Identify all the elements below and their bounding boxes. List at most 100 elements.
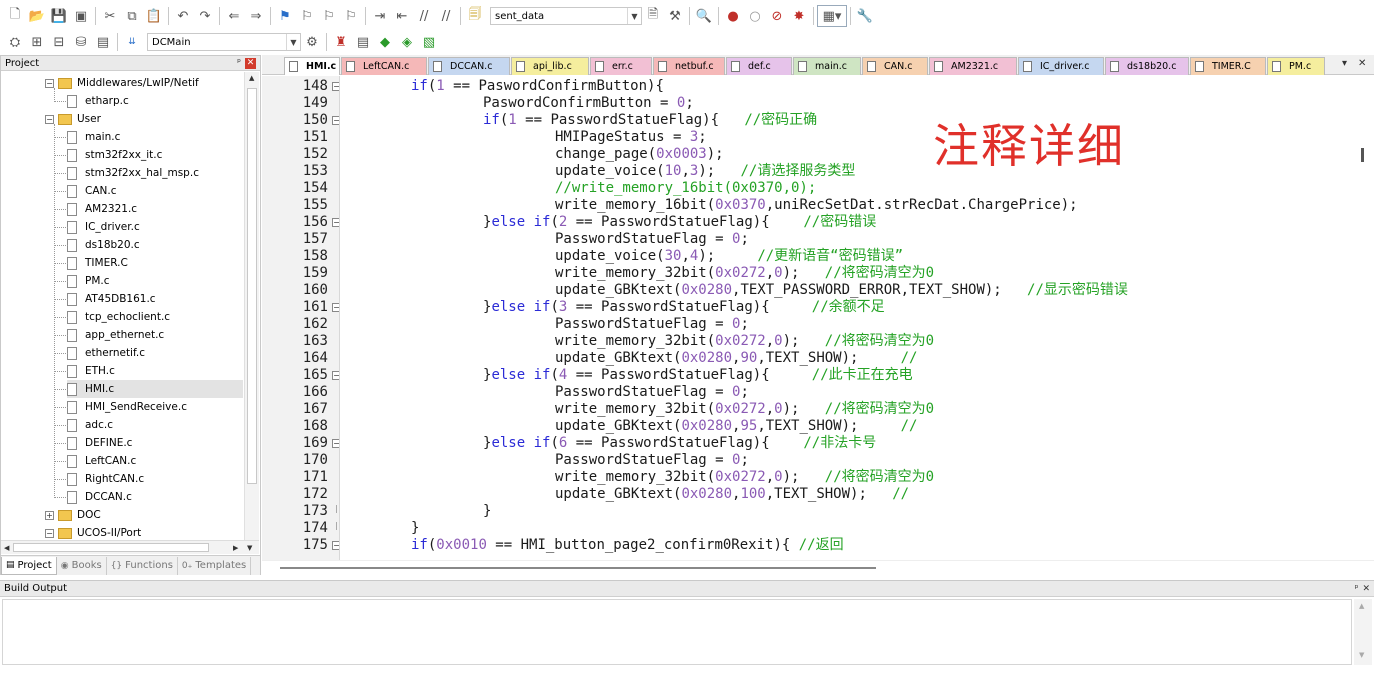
tree-file[interactable]: ETH.c — [67, 362, 243, 380]
editor-tab[interactable]: HMI.c — [284, 57, 340, 75]
editor-tab[interactable]: DCCAN.c — [428, 57, 510, 75]
editor-horizontal-scrollbar[interactable] — [262, 560, 1374, 575]
collapse-icon[interactable]: − — [45, 114, 54, 124]
editor-tab[interactable]: netbuf.c — [653, 57, 725, 75]
close-icon[interactable]: ✕ — [1362, 584, 1370, 594]
translate-icon[interactable]: ⛭ — [4, 31, 26, 53]
collapse-icon[interactable]: − — [45, 528, 54, 538]
tree-file[interactable]: ds18b20.c — [67, 236, 243, 254]
tab-books[interactable]: ◉ Books — [57, 556, 107, 575]
scroll-up-icon[interactable]: ▲ — [1359, 602, 1364, 610]
code-area[interactable]: if(1 == PaswordConfirmButton){PaswordCon… — [342, 76, 1354, 560]
kill-breakpoints-icon[interactable]: ✸ — [788, 5, 810, 27]
editor-tab[interactable]: AM2321.c — [929, 57, 1017, 75]
target-options-icon[interactable]: ⚙ — [301, 31, 323, 53]
clear-bookmarks-icon[interactable]: ⚐ — [340, 5, 362, 27]
tree-file[interactable]: AM2321.c — [67, 200, 243, 218]
save-icon[interactable]: 💾 — [48, 5, 70, 27]
comment-icon[interactable]: // — [413, 5, 435, 27]
find-in-files-icon[interactable]: 🗐 — [464, 5, 486, 27]
manage-components-icon[interactable]: ♜ — [330, 31, 352, 53]
scrollbar-thumb[interactable] — [247, 88, 257, 484]
breakpoint-icon[interactable]: ● — [722, 5, 744, 27]
tree-file[interactable]: adc.c — [67, 416, 243, 434]
build-output-text[interactable] — [2, 599, 1352, 665]
tree-file[interactable]: CAN.c — [67, 182, 243, 200]
tree-horizontal-scrollbar[interactable]: ◀ ▶ ▼ — [1, 540, 259, 554]
expand-icon[interactable]: + — [45, 510, 54, 520]
editor-tab[interactable]: CAN.c — [862, 57, 928, 75]
tree-file[interactable]: TIMER.C — [67, 254, 243, 272]
tree-file[interactable]: DCCAN.c — [67, 488, 243, 506]
tree-file[interactable]: tcp_echoclient.c — [67, 308, 243, 326]
bookmark-icon[interactable]: ⚑ — [274, 5, 296, 27]
paste-icon[interactable]: 📋 — [143, 5, 165, 27]
tree-file[interactable]: HMI_SendReceive.c — [67, 398, 243, 416]
scroll-down-icon[interactable]: ▼ — [247, 544, 252, 552]
tab-project[interactable]: ▤ Project — [1, 556, 57, 575]
fold-collapse-icon[interactable]: − — [332, 439, 339, 448]
disable-breakpoint-icon[interactable]: ○ — [744, 5, 766, 27]
tree-file[interactable]: stm32f2xx_hal_msp.c — [67, 164, 243, 182]
editor-tab[interactable]: def.c — [726, 57, 792, 75]
disable-all-breakpoints-icon[interactable]: ⊘ — [766, 5, 788, 27]
new-file-icon[interactable]: 🗋 — [4, 5, 26, 27]
tree-file[interactable]: ethernetif.c — [67, 344, 243, 362]
chevron-down-icon[interactable]: ▼ — [286, 34, 300, 50]
editor-tab[interactable]: LeftCAN.c — [341, 57, 427, 75]
fold-collapse-icon[interactable]: − — [332, 371, 339, 380]
rebuild-icon[interactable]: ⊟ — [48, 31, 70, 53]
fold-collapse-icon[interactable]: − — [332, 541, 339, 550]
find-icon[interactable]: ⚒ — [664, 5, 686, 27]
scrollbar-thumb[interactable] — [280, 567, 876, 569]
scroll-right-icon[interactable]: ▶ — [233, 544, 238, 552]
tab-functions[interactable]: {} Functions — [107, 556, 178, 575]
scrollbar-thumb[interactable] — [1361, 148, 1364, 162]
target-combo[interactable]: sent_data ▼ — [490, 7, 642, 25]
tree-file[interactable]: RightCAN.c — [67, 470, 243, 488]
editor-tab[interactable]: PM.c — [1267, 57, 1325, 75]
build-output-scrollbar[interactable]: ▲ ▼ — [1354, 599, 1372, 665]
tree-vertical-scrollbar[interactable]: ▲ — [244, 72, 259, 540]
tree-file[interactable]: main.c — [67, 128, 243, 146]
tree-file[interactable]: AT45DB161.c — [67, 290, 243, 308]
uncomment-icon[interactable]: // — [435, 5, 457, 27]
pin-icon[interactable]: ᵖ — [237, 58, 241, 68]
scroll-up-icon[interactable]: ▲ — [249, 74, 254, 82]
build-icon[interactable]: ⊞ — [26, 31, 48, 53]
tree-folder[interactable]: − UCOS-II/Port — [45, 524, 141, 540]
batch-build-icon[interactable]: ⛁ — [70, 31, 92, 53]
tree-file[interactable]: app_ethernet.c — [67, 326, 243, 344]
next-bookmark-icon[interactable]: ⚐ — [318, 5, 340, 27]
editor-vertical-scrollbar[interactable] — [1355, 76, 1374, 560]
tree-folder[interactable]: − Middlewares/LwIP/Netif — [45, 74, 199, 92]
tree-folder[interactable]: + DOC — [45, 506, 101, 524]
undo-icon[interactable]: ↶ — [172, 5, 194, 27]
navigate-back-icon[interactable]: ⇐ — [223, 5, 245, 27]
pin-icon[interactable]: ᵖ — [1355, 584, 1359, 594]
navigate-forward-icon[interactable]: ⇒ — [245, 5, 267, 27]
tree-file[interactable]: etharp.c — [67, 92, 243, 110]
collapse-icon[interactable]: − — [45, 78, 54, 88]
tab-list-icon[interactable]: ▾ — [1342, 58, 1347, 69]
cut-icon[interactable]: ✂ — [99, 5, 121, 27]
editor-tab[interactable]: IC_driver.c — [1018, 57, 1104, 75]
close-tab-icon[interactable]: ✕ — [1358, 58, 1366, 69]
indent-icon[interactable]: ⇥ — [369, 5, 391, 27]
file-extensions-icon[interactable]: ▤ — [352, 31, 374, 53]
incremental-find-icon[interactable]: 🗎 — [642, 5, 664, 27]
save-all-icon[interactable]: ▣ — [70, 5, 92, 27]
pack-installer-icon[interactable]: ◈ — [396, 31, 418, 53]
fold-collapse-icon[interactable]: − — [332, 303, 339, 312]
chevron-down-icon[interactable]: ▼ — [627, 8, 641, 24]
configure-icon[interactable]: 🔧 — [854, 5, 876, 27]
scroll-down-icon[interactable]: ▼ — [1359, 651, 1364, 659]
editor-tab[interactable]: ds18b20.c — [1105, 57, 1189, 75]
fold-collapse-icon[interactable]: − — [332, 116, 339, 125]
rte-icon[interactable]: ◆ — [374, 31, 396, 53]
tree-file[interactable]: PM.c — [67, 272, 243, 290]
debug-icon[interactable]: 🔍 — [693, 5, 715, 27]
project-target-combo[interactable]: DCMain ▼ — [147, 33, 301, 51]
tree-file[interactable]: HMI.c — [67, 380, 243, 398]
unindent-icon[interactable]: ⇤ — [391, 5, 413, 27]
